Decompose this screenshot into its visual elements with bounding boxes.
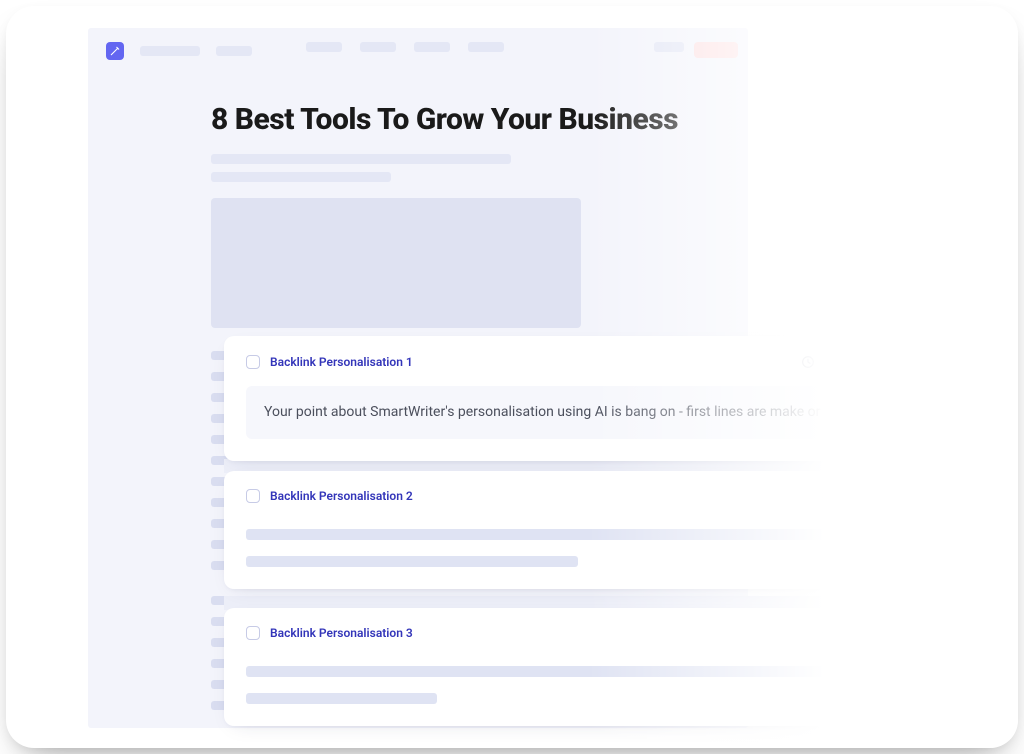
action-dot[interactable] [846, 626, 860, 640]
action-dot[interactable] [870, 489, 884, 503]
nav-placeholder [140, 46, 200, 56]
hero-image-placeholder [211, 198, 581, 328]
subtitle-placeholder [211, 172, 391, 182]
regenerate-icon[interactable] [800, 354, 816, 370]
personalisation-card-2: Backlink Personalisation 2 [224, 471, 906, 589]
app-frame: 8 Best Tools To Grow Your Business Backl… [6, 6, 1018, 748]
nav-placeholder [414, 42, 450, 52]
copy-icon[interactable] [868, 354, 884, 370]
card-label: Backlink Personalisation 1 [270, 355, 413, 369]
nav-placeholder [216, 46, 252, 56]
nav-cta-placeholder[interactable] [694, 42, 738, 58]
card-label: Backlink Personalisation 3 [270, 626, 413, 640]
text-placeholder [246, 666, 884, 677]
nav-placeholder [360, 42, 396, 52]
select-checkbox[interactable] [246, 489, 260, 503]
nav-placeholder [468, 42, 504, 52]
card-actions [800, 354, 884, 370]
card-header: Backlink Personalisation 3 [246, 626, 884, 640]
download-icon[interactable] [834, 354, 850, 370]
text-placeholder [246, 556, 578, 567]
nav-placeholder [306, 42, 342, 52]
nav-center [306, 42, 504, 52]
card-content: Your point about SmartWriter's personali… [246, 386, 884, 439]
card-actions-placeholder [822, 489, 884, 503]
card-label: Backlink Personalisation 2 [270, 489, 413, 503]
app-logo-icon[interactable] [106, 42, 124, 60]
select-checkbox[interactable] [246, 626, 260, 640]
action-dot[interactable] [870, 626, 884, 640]
action-dot[interactable] [822, 626, 836, 640]
page-title: 8 Best Tools To Grow Your Business [211, 102, 678, 137]
personalisation-card-3: Backlink Personalisation 3 [224, 608, 906, 726]
card-actions-placeholder [822, 626, 884, 640]
nav-right [654, 42, 738, 58]
text-placeholder [246, 529, 884, 540]
nav-placeholder [654, 42, 684, 52]
card-header: Backlink Personalisation 2 [246, 489, 884, 503]
subtitle-placeholder [211, 154, 511, 164]
card-header: Backlink Personalisation 1 [246, 354, 884, 370]
action-dot[interactable] [822, 489, 836, 503]
text-placeholder [246, 693, 437, 704]
action-dot[interactable] [846, 489, 860, 503]
select-checkbox[interactable] [246, 355, 260, 369]
personalisation-card-1: Backlink Personalisation 1 Your point ab… [224, 336, 906, 461]
